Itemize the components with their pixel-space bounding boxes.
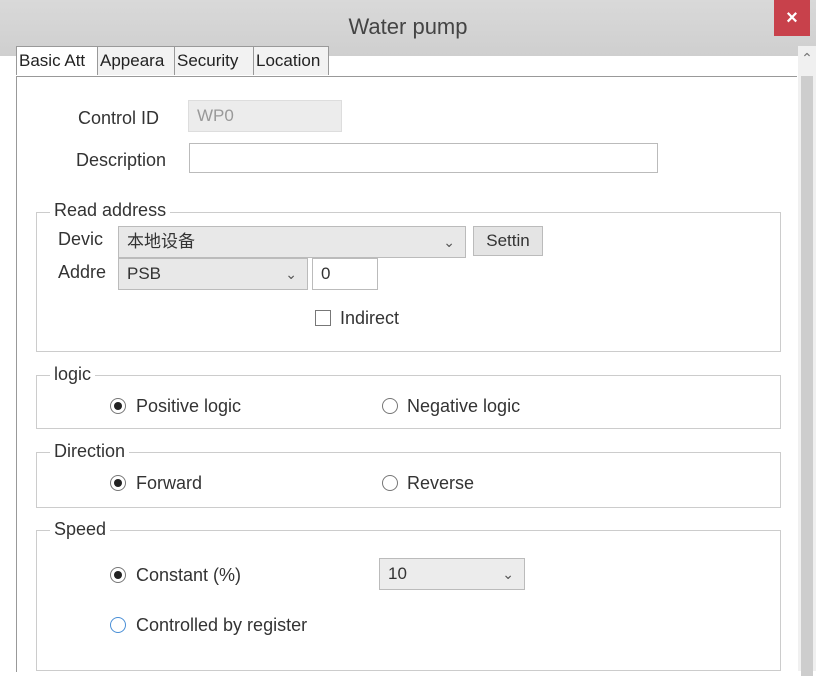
reverse-radio[interactable] xyxy=(382,475,398,491)
address-type-select[interactable]: PSB ⌄ xyxy=(118,258,308,290)
description-label: Description xyxy=(76,150,167,170)
positive-logic-radio[interactable] xyxy=(110,398,126,414)
controlled-by-register-radio[interactable] xyxy=(110,617,126,633)
speed-title: Speed xyxy=(50,519,111,540)
tab-location[interactable]: Location xyxy=(253,46,329,75)
speed-group xyxy=(36,530,781,671)
control-id-field: WP0 xyxy=(188,100,342,132)
scrollbar-thumb[interactable] xyxy=(801,76,813,676)
chevron-down-icon: ⌄ xyxy=(502,566,514,582)
tab-basic-attributes[interactable]: Basic Att xyxy=(16,46,98,75)
vertical-scrollbar[interactable]: ⌃ xyxy=(798,46,816,676)
tab-appearance[interactable]: Appeara xyxy=(97,46,175,75)
address-label: Addre xyxy=(58,262,107,282)
device-select[interactable]: 本地设备 ⌄ xyxy=(118,226,466,258)
chevron-down-icon: ⌄ xyxy=(285,266,297,282)
indirect-checkbox[interactable] xyxy=(315,310,331,326)
negative-logic-radio[interactable] xyxy=(382,398,398,414)
indirect-label: Indirect xyxy=(340,308,400,328)
forward-radio[interactable] xyxy=(110,475,126,491)
close-button[interactable]: × xyxy=(774,0,810,36)
direction-title: Direction xyxy=(50,441,130,462)
constant-value: 10 xyxy=(388,564,407,583)
controlled-by-register-label: Controlled by register xyxy=(136,615,308,635)
settings-button[interactable]: Settin xyxy=(473,226,543,256)
read-address-title: Read address xyxy=(50,200,171,221)
address-value-field[interactable]: 0 xyxy=(312,258,378,290)
device-label: Devic xyxy=(58,229,104,249)
positive-logic-label: Positive logic xyxy=(136,396,242,416)
chevron-up-icon[interactable]: ⌃ xyxy=(798,50,816,67)
forward-label: Forward xyxy=(136,473,203,493)
device-value: 本地设备 xyxy=(127,232,195,251)
control-id-label: Control ID xyxy=(78,108,160,128)
constant-label: Constant (%) xyxy=(136,565,242,585)
address-type-value: PSB xyxy=(127,264,162,283)
constant-value-select[interactable]: 10 ⌄ xyxy=(379,558,525,590)
tab-security[interactable]: Security xyxy=(174,46,254,75)
description-field[interactable] xyxy=(189,143,658,173)
chevron-down-icon: ⌄ xyxy=(443,234,455,250)
reverse-label: Reverse xyxy=(407,473,475,493)
constant-radio[interactable] xyxy=(110,567,126,583)
tab-bar: Basic Att Appeara Security Location xyxy=(16,46,329,76)
logic-title: logic xyxy=(50,364,96,385)
window-title: Water pump xyxy=(348,14,468,39)
negative-logic-label: Negative logic xyxy=(407,396,521,416)
